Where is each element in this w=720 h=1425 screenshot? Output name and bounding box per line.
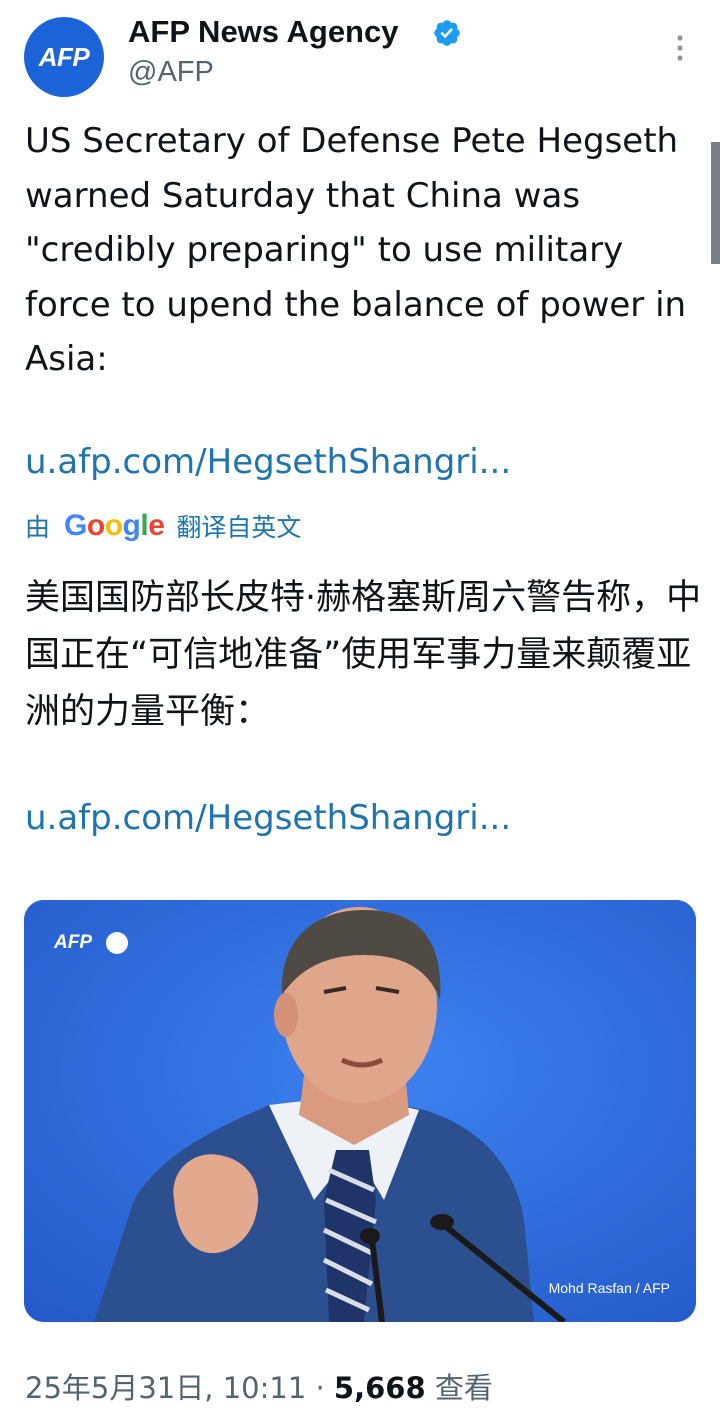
tweet-text-english: US Secretary of Defense Pete Hegseth war…	[25, 121, 687, 379]
tweet-datetime[interactable]: 25年5月31日, 10:11	[25, 1371, 306, 1405]
tweet-photo[interactable]: AFP Mohd Rasfan / AFP	[24, 900, 696, 1322]
translate-suffix: 翻译自英文	[176, 513, 302, 542]
avatar[interactable]: AFP	[24, 17, 104, 97]
views-label: 查看	[434, 1371, 493, 1405]
google-logo: Google	[64, 509, 165, 542]
meta-separator: ·	[315, 1371, 325, 1405]
account-handle[interactable]: @AFP	[128, 56, 214, 89]
avatar-text: AFP	[38, 41, 90, 72]
scrollbar[interactable]	[711, 142, 720, 264]
verified-badge-icon[interactable]	[432, 18, 462, 48]
tweet-meta: 25年5月31日, 10:11 · 5,668 查看	[25, 1365, 493, 1407]
account-name[interactable]: AFP News Agency	[128, 14, 398, 50]
photo-illustration	[24, 900, 696, 1322]
translation-attribution[interactable]: 由 Google 翻译自英文	[25, 508, 301, 544]
translate-prefix: 由	[25, 513, 51, 542]
tweet-link-english[interactable]: u.afp.com/HegsethShangri...	[25, 442, 511, 482]
tweet-text-chinese: 美国国防部长皮特·赫格塞斯周六警告称，中国正在“可信地准备”使用军事力量来颠覆亚…	[25, 578, 702, 732]
afp-watermark: AFP	[54, 932, 92, 953]
photo-credit: Mohd Rasfan / AFP	[548, 1280, 670, 1296]
tweet-link-chinese[interactable]: u.afp.com/HegsethShangri...	[25, 798, 511, 838]
more-options-icon[interactable]	[670, 33, 690, 63]
views-count: 5,668	[333, 1371, 426, 1405]
